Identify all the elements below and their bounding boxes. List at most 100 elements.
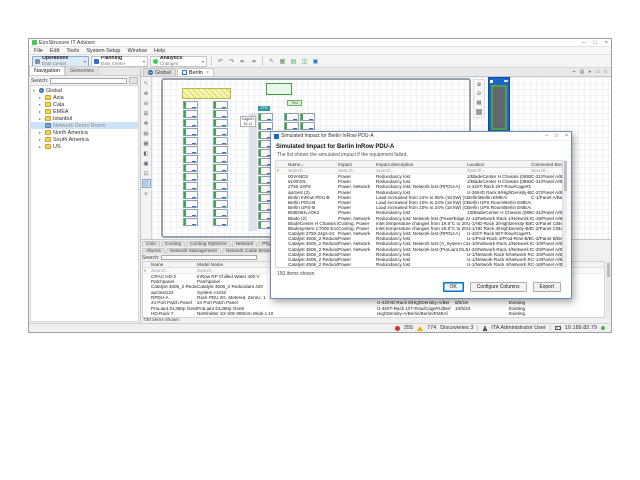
overview-icon[interactable]: ▦: [475, 99, 484, 107]
impact-filter[interactable]: Search...: [338, 168, 376, 173]
bottom-search-input[interactable]: [161, 255, 257, 261]
current-user[interactable]: ITA Administrator User: [491, 325, 546, 331]
tree-item[interactable]: ▸ EMEA: [31, 108, 138, 115]
rack-cell[interactable]: [183, 155, 198, 163]
layers-tool-icon[interactable]: ▤: [142, 129, 151, 138]
description-filter[interactable]: Search...: [376, 168, 467, 173]
tree-item[interactable]: ▸ North America: [31, 129, 138, 136]
critical-alarms-count[interactable]: 255: [404, 325, 413, 331]
tree-item[interactable]: ▸ Istanbul: [31, 115, 138, 122]
table-row[interactable]: PowerEdge 1950 PowerEdge 1950 U-12/Prod-…: [143, 317, 604, 318]
tree-item[interactable]: ▸ US: [31, 143, 138, 150]
rack-cell[interactable]: [300, 113, 315, 121]
close-icon[interactable]: ×: [605, 39, 608, 47]
tree-item[interactable]: ▸ Cala: [31, 101, 138, 108]
rack-cell[interactable]: [183, 101, 198, 109]
rack-cell[interactable]: [213, 182, 228, 190]
rack-cell[interactable]: [183, 164, 198, 172]
rack-cell[interactable]: [258, 113, 273, 121]
rack-cell[interactable]: [213, 173, 228, 181]
rack-cell[interactable]: [213, 119, 228, 127]
rack-cell[interactable]: [213, 218, 228, 226]
rack-cell[interactable]: [213, 110, 228, 118]
pan-tool-icon[interactable]: ✥: [142, 119, 151, 128]
bottom-panel-scrollbar[interactable]: [606, 261, 610, 318]
zoom-out-icon[interactable]: ⊖: [475, 90, 484, 98]
rack-cell[interactable]: [183, 218, 198, 226]
warning-alarms-icon[interactable]: [417, 326, 423, 331]
location-filter[interactable]: Search...: [467, 168, 531, 173]
record-icon[interactable]: ●: [588, 69, 591, 75]
save-icon[interactable]: [300, 57, 309, 66]
mode-button[interactable]: PlanningData Center: [91, 56, 148, 67]
column-impact-description[interactable]: Impact description: [376, 161, 467, 167]
warning-alarms-count[interactable]: 774: [427, 325, 436, 331]
undo-icon[interactable]: [216, 57, 225, 66]
menu-item[interactable]: Window: [127, 48, 147, 54]
rack-cell[interactable]: [183, 110, 198, 118]
rack-cell[interactable]: [213, 137, 228, 145]
zoom-out-icon[interactable]: ⊖: [142, 99, 151, 108]
impact-table-scrollbar[interactable]: [563, 160, 567, 268]
restore-panel-icon[interactable]: □: [604, 69, 607, 75]
menu-item[interactable]: Edit: [50, 48, 59, 54]
rack-cell[interactable]: [213, 191, 228, 199]
rack-cell[interactable]: [300, 122, 315, 130]
table-row[interactable]: Catalyst 4506_2 Redundant 4200w-B Power …: [276, 262, 562, 267]
layout-icon[interactable]: [278, 57, 287, 66]
column-name[interactable]: Name: [288, 161, 338, 167]
maximize-icon[interactable]: □: [593, 39, 596, 47]
breaker-filter[interactable]: Search...: [531, 168, 563, 173]
tree-item[interactable]: ▸ Network Demo Room: [31, 122, 138, 129]
configure-columns-button[interactable]: Configure Columns: [470, 282, 527, 292]
zoom-in-icon[interactable]: ⊕: [475, 81, 484, 89]
tree-item[interactable]: ▸ South America: [31, 136, 138, 143]
tree-root-global[interactable]: ▾ Global: [31, 87, 138, 94]
fill-swatch-icon[interactable]: [475, 108, 484, 116]
rack-cell[interactable]: [213, 164, 228, 172]
impact-table-header[interactable]: Name Impact Impact description Location …: [276, 161, 562, 168]
column-impact[interactable]: Impact: [338, 161, 376, 167]
tile-tool-icon[interactable]: ⊡: [142, 169, 151, 178]
mode-button[interactable]: OperationsData Center: [32, 56, 89, 67]
list-tool-icon[interactable]: ≡: [142, 189, 151, 198]
redo-icon[interactable]: [227, 57, 236, 66]
minimize-panel-icon[interactable]: ▭: [595, 69, 600, 75]
menu-item[interactable]: Tools: [66, 48, 79, 54]
maximize-icon[interactable]: □: [555, 133, 558, 139]
forward-icon[interactable]: [249, 57, 258, 66]
impact-tool-icon[interactable]: ◫: [142, 179, 151, 188]
column-location[interactable]: Location: [467, 161, 531, 167]
tab-global[interactable]: Global: [143, 68, 176, 76]
pin-icon[interactable]: ⌖: [573, 69, 576, 75]
rack-cell[interactable]: [183, 182, 198, 190]
name-filter[interactable]: Search...: [151, 268, 197, 273]
rack-cell[interactable]: [183, 200, 198, 208]
rack-cell[interactable]: [183, 119, 198, 127]
close-icon[interactable]: ×: [565, 133, 568, 139]
rack-cell[interactable]: [183, 128, 198, 136]
tab-genomes[interactable]: Genomes: [65, 66, 99, 75]
layers-icon[interactable]: ▤: [579, 69, 584, 75]
ok-button[interactable]: OK: [443, 282, 464, 292]
discoveries-status[interactable]: Discoveries 3: [440, 325, 473, 331]
server-address[interactable]: 10.189.82.79: [565, 325, 597, 331]
minimize-icon[interactable]: –: [582, 39, 585, 47]
export-icon[interactable]: [311, 57, 320, 66]
export-button[interactable]: Export: [533, 282, 561, 292]
rack-cell[interactable]: [258, 122, 273, 130]
column-connected-breaker[interactable]: Connected Breaker: [531, 161, 563, 167]
rack-cell[interactable]: [284, 113, 299, 121]
rack-cell[interactable]: [183, 137, 198, 145]
rack-cell[interactable]: [183, 209, 198, 217]
rack-cell[interactable]: [284, 122, 299, 130]
grid-icon[interactable]: [289, 57, 298, 66]
name-filter[interactable]: Search...: [288, 168, 338, 173]
menu-item[interactable]: Help: [154, 48, 165, 54]
rack-cell[interactable]: [213, 155, 228, 163]
fit-view-icon[interactable]: ⊞: [142, 109, 151, 118]
close-tab-icon[interactable]: [205, 70, 209, 76]
rack-cell[interactable]: [183, 191, 198, 199]
tab-berlin[interactable]: Berlin: [177, 68, 214, 76]
grid-tool-icon[interactable]: ▦: [142, 139, 151, 148]
